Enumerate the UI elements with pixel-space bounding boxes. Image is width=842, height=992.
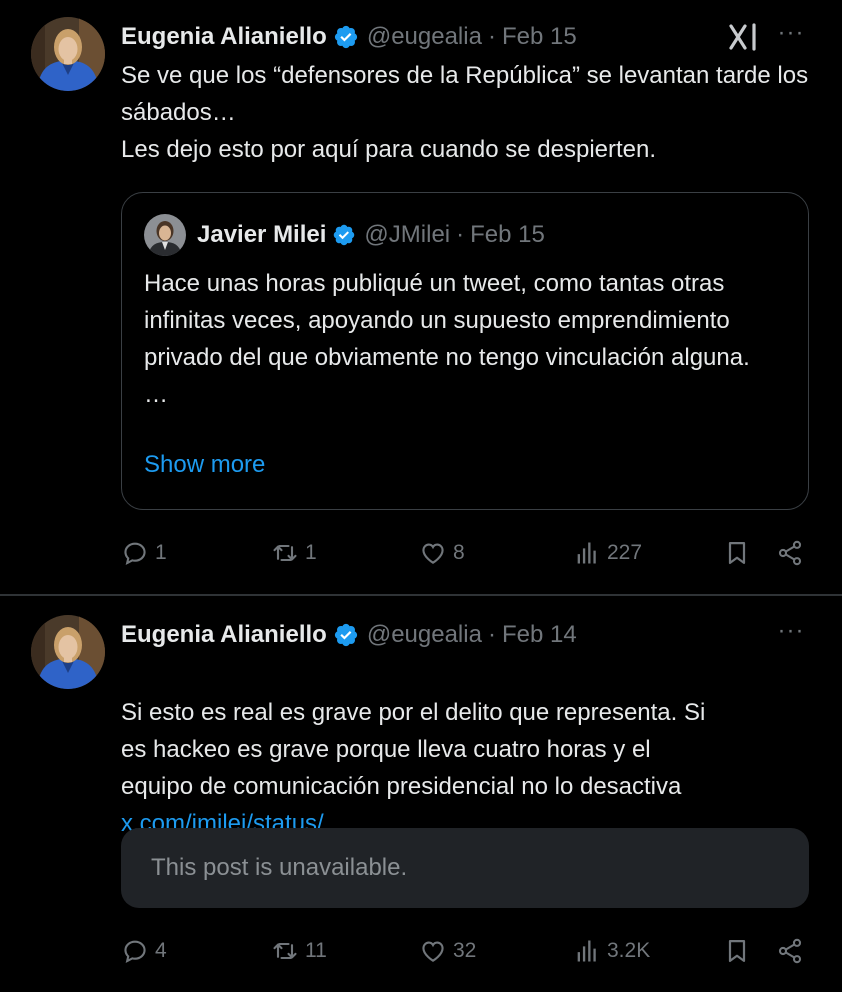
verified-badge-icon: [333, 24, 359, 50]
quoted-author-handle[interactable]: @JMilei: [364, 221, 450, 249]
tweet-text: Se ve que los “defensores de la Repúblic…: [121, 62, 809, 163]
separator-dot: ·: [487, 621, 496, 648]
views-button[interactable]: 227: [573, 533, 642, 573]
quoted-text: Hace unas horas publiqué un tweet, como …: [144, 270, 750, 408]
quoted-tweet[interactable]: Javier Milei @JMilei · Feb 15 Hace unas …: [121, 192, 809, 510]
tweet-header: Eugenia Alianiello @eugealia · Feb 15: [121, 17, 577, 57]
reply-icon: [121, 539, 149, 567]
quoted-header: Javier Milei @JMilei · Feb 15: [197, 216, 545, 254]
reply-count: 4: [155, 939, 167, 962]
separator-dot: ·: [487, 23, 496, 50]
separator-dot: ·: [456, 221, 465, 248]
reply-icon: [121, 937, 149, 965]
avatar[interactable]: [31, 615, 105, 689]
verified-badge-icon: [333, 622, 359, 648]
heart-icon: [419, 539, 447, 567]
heart-icon: [419, 937, 447, 965]
tweet-date[interactable]: Feb 14: [502, 621, 577, 649]
show-more-link[interactable]: Show more: [144, 451, 265, 479]
unavailable-text: This post is unavailable.: [151, 854, 408, 881]
avatar[interactable]: [31, 17, 105, 91]
retweet-count: 1: [305, 541, 317, 564]
views-icon: [573, 539, 601, 567]
share-icon: [776, 539, 804, 567]
quoted-date: Feb 15: [470, 221, 545, 248]
views-count: 227: [607, 541, 643, 564]
retweet-count: 11: [305, 939, 327, 962]
quoted-avatar[interactable]: [144, 214, 186, 256]
bookmark-icon: [723, 539, 751, 567]
like-count: 32: [453, 939, 477, 962]
more-options-icon[interactable]: ···: [773, 21, 809, 52]
reply-count: 1: [155, 541, 167, 564]
author-handle[interactable]: @eugealia: [367, 621, 482, 649]
views-count: 3.2K: [607, 939, 651, 962]
tweet-text: Si esto es real es grave por el delito q…: [121, 657, 821, 879]
bookmark-icon: [723, 937, 751, 965]
retweet-button[interactable]: 1: [271, 533, 317, 573]
bookmark-button[interactable]: [723, 533, 751, 573]
retweet-button[interactable]: 11: [271, 931, 327, 971]
like-button[interactable]: 8: [419, 533, 465, 573]
verified-badge-icon: [332, 223, 356, 247]
author-handle[interactable]: @eugealia: [367, 23, 482, 51]
action-bar: 4 11 32 3.2K: [121, 931, 821, 971]
reply-button[interactable]: 4: [121, 931, 167, 971]
author-name[interactable]: Eugenia Alianiello: [121, 23, 327, 51]
action-bar: 1 1 8 227: [121, 533, 821, 573]
tweet-divider: [0, 594, 842, 596]
share-button[interactable]: [776, 931, 804, 971]
more-options-icon[interactable]: ···: [773, 619, 809, 650]
tweet-header: Eugenia Alianiello @eugealia · Feb 14: [121, 615, 577, 655]
grok-icon[interactable]: [728, 22, 762, 52]
quoted-author-name[interactable]: Javier Milei: [197, 221, 326, 249]
share-button[interactable]: [776, 533, 804, 573]
share-icon: [776, 937, 804, 965]
retweet-icon: [271, 937, 299, 965]
tweet[interactable]: Eugenia Alianiello @eugealia · Feb 15 ··…: [0, 0, 842, 594]
views-icon: [573, 937, 601, 965]
author-name[interactable]: Eugenia Alianiello: [121, 621, 327, 649]
retweet-icon: [271, 539, 299, 567]
tweet-text-content: Si esto es real es grave por el delito q…: [121, 699, 706, 800]
like-button[interactable]: 32: [419, 931, 476, 971]
unavailable-post-card: This post is unavailable.: [121, 828, 809, 908]
tweet-date[interactable]: Feb 15: [502, 23, 577, 51]
like-count: 8: [453, 541, 465, 564]
views-button[interactable]: 3.2K: [573, 931, 650, 971]
bookmark-button[interactable]: [723, 931, 751, 971]
reply-button[interactable]: 1: [121, 533, 167, 573]
status-link[interactable]: x.com/jmilei/status/…: [121, 810, 348, 837]
